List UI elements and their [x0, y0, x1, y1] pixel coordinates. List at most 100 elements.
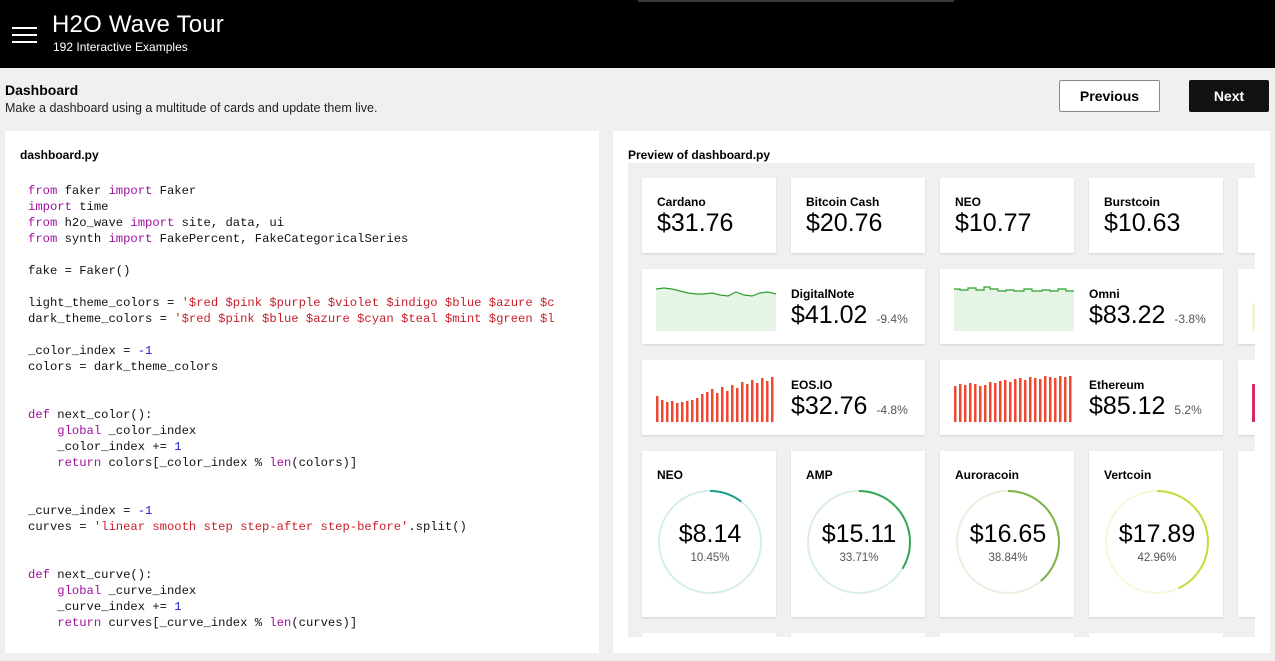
- sparkline-bar: [681, 402, 684, 422]
- sparkline-bar: [974, 384, 977, 422]
- ring-percent: 38.84%: [988, 552, 1028, 564]
- sparkline-bar: [979, 386, 982, 422]
- card-title: NEO: [657, 468, 684, 482]
- card-title: DigitalNote: [791, 287, 855, 301]
- sparkline-bar: [1044, 376, 1047, 422]
- progress-ring: $17.89 42.96%: [1104, 489, 1210, 595]
- sparkline-bar: [661, 400, 664, 422]
- sparkline-bar: [721, 387, 724, 422]
- preview-area[interactable]: Cardano $31.76 Bitcoin Cash $20.76 NEO $…: [628, 163, 1255, 637]
- sparkline-bar: [741, 382, 744, 422]
- ring-card: Vertcoin $17.89 42.96%: [1089, 451, 1223, 617]
- card-title: EOS.IO: [791, 378, 833, 392]
- line-sparkline-partial: [1252, 303, 1255, 331]
- stat-card: Bitcoin Cash $20.76: [791, 178, 925, 253]
- bar-card: Ethereum $85.12 5.2%: [940, 360, 1223, 435]
- sparkline-bar: [746, 384, 749, 422]
- ring-card-partial: [1238, 451, 1255, 617]
- bar-sparkline: [954, 376, 1072, 422]
- app-title: H2O Wave Tour: [52, 11, 224, 38]
- next-button[interactable]: Next: [1189, 80, 1269, 112]
- card-change: -3.8%: [1174, 312, 1206, 326]
- ring-card: NEO $8.14 10.45%: [642, 451, 776, 617]
- line-sparkline: [954, 286, 1074, 331]
- card-value: $20.76: [806, 209, 883, 237]
- card-partial: [642, 633, 776, 637]
- bar-sparkline: [656, 377, 774, 422]
- sparkline-bar: [691, 400, 694, 422]
- sparkline-bar: [969, 383, 972, 422]
- sparkline-bar: [726, 391, 729, 422]
- app-header: H2O Wave Tour 192 Interactive Examples: [0, 0, 1275, 68]
- card-title: Cardano: [657, 195, 706, 209]
- ring-percent: 10.45%: [690, 552, 730, 564]
- sparkline-bar: [959, 384, 962, 422]
- sparkline-bar: [1019, 378, 1022, 422]
- sparkline-bar: [736, 388, 739, 422]
- card-value: $83.22: [1089, 301, 1166, 329]
- sparkline-bar: [1049, 377, 1052, 422]
- card-title: Bitcoin Cash: [806, 195, 880, 209]
- page-title: Dashboard: [5, 82, 79, 98]
- preview-panel: Preview of dashboard.py Cardano $31.76 B…: [613, 131, 1270, 653]
- sparkline-bar: [666, 402, 669, 422]
- code-panel: dashboard.py from faker import Faker imp…: [5, 131, 599, 653]
- stat-card-partial: [1238, 178, 1255, 253]
- line-card: DigitalNote $41.02 -9.4%: [642, 269, 925, 344]
- ring-card: Auroracoin $16.65 38.84%: [940, 451, 1074, 617]
- preview-label: Preview of dashboard.py: [628, 148, 771, 162]
- header-progress-line: [638, 0, 954, 2]
- sparkline-bar: [994, 383, 997, 422]
- card-value-row: $83.22 -3.8%: [1089, 301, 1206, 330]
- card-partial: [1089, 633, 1223, 637]
- line-card-partial: [1238, 269, 1255, 344]
- sparkline-bar: [989, 382, 992, 422]
- card-value: $41.02: [791, 301, 868, 329]
- stat-card: Cardano $31.76: [642, 178, 776, 253]
- ring-card: AMP $15.11 33.71%: [791, 451, 925, 617]
- sparkline-bar: [1069, 376, 1072, 422]
- previous-button[interactable]: Previous: [1059, 80, 1160, 112]
- sparkline-bar: [701, 394, 704, 422]
- ring-percent: 42.96%: [1137, 552, 1177, 564]
- card-value: $32.76: [791, 392, 868, 420]
- sparkline-bar: [751, 380, 754, 422]
- code-editor[interactable]: from faker import Faker import time from…: [28, 183, 593, 631]
- sparkline-bar: [984, 385, 987, 422]
- hamburger-icon[interactable]: [12, 26, 38, 44]
- card-value-row: $41.02 -9.4%: [791, 301, 908, 330]
- progress-ring: $16.65 38.84%: [955, 489, 1061, 595]
- ring-value: $16.65: [969, 520, 1047, 548]
- sparkline-bar: [696, 398, 699, 422]
- sparkline-bar: [1004, 380, 1007, 422]
- card-change: -4.8%: [876, 403, 908, 417]
- sparkline-bar: [761, 378, 764, 422]
- card-value-row: $32.76 -4.8%: [791, 392, 908, 421]
- card-title: Vertcoin: [1104, 468, 1152, 482]
- sparkline-bar: [656, 396, 659, 422]
- ring-percent: 33.71%: [839, 552, 879, 564]
- ring-value: $15.11: [821, 520, 897, 548]
- bar-sparkline-partial: [1252, 384, 1255, 422]
- card-value: $31.76: [657, 209, 734, 237]
- app-subtitle: 192 Interactive Examples: [53, 40, 188, 54]
- page-description: Make a dashboard using a multitude of ca…: [5, 101, 378, 115]
- line-card: Omni $83.22 -3.8%: [940, 269, 1223, 344]
- sparkline-bar: [756, 383, 759, 422]
- code-filename: dashboard.py: [20, 148, 99, 162]
- sparkline-bar: [1039, 379, 1042, 422]
- sparkline-bar: [964, 385, 967, 422]
- stat-card: Burstcoin $10.63: [1089, 178, 1223, 253]
- sparkline-bar: [1054, 378, 1057, 422]
- card-title: Auroracoin: [955, 468, 1020, 482]
- ring-value: $17.89: [1118, 520, 1196, 548]
- card-value: $10.63: [1104, 209, 1181, 237]
- card-value-row: $85.12 5.2%: [1089, 392, 1202, 421]
- sparkline-bar: [1024, 380, 1027, 422]
- card-value: $85.12: [1089, 392, 1166, 420]
- sparkline-bar: [1029, 377, 1032, 422]
- sparkline-bar: [999, 381, 1002, 422]
- card-title: Burstcoin: [1104, 195, 1161, 209]
- sparkline-bar: [1034, 378, 1037, 422]
- sparkline-bar: [671, 401, 674, 422]
